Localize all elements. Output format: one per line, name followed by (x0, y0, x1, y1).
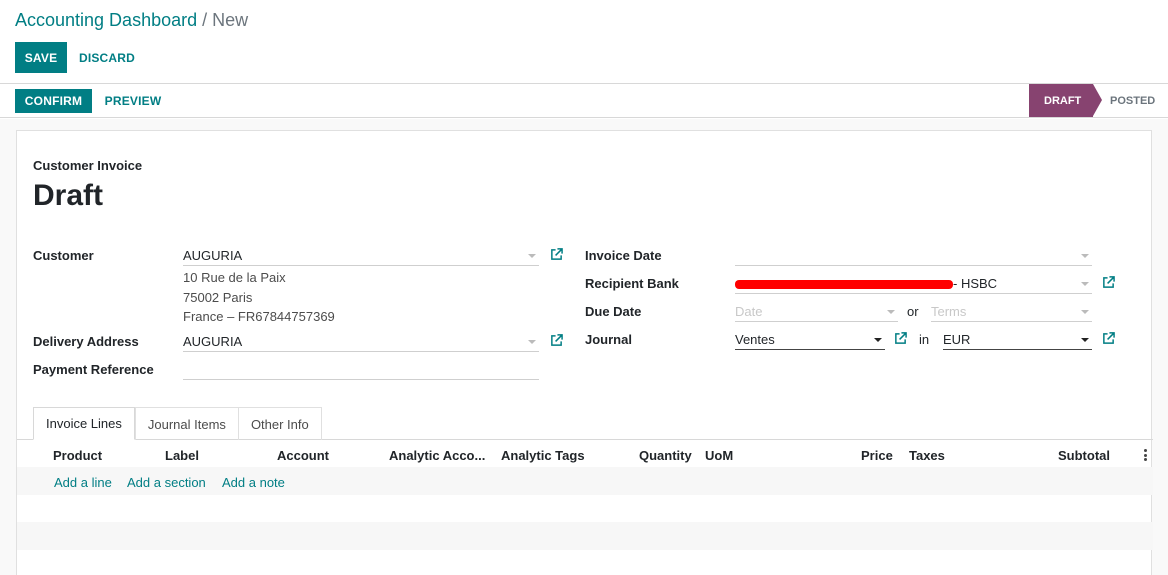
stage-posted[interactable]: POSTED (1110, 84, 1155, 117)
journal-in-text: in (919, 332, 930, 347)
customer-address-line: 10 Rue de la Paix (183, 270, 286, 285)
currency-select[interactable]: EUR (943, 328, 1092, 350)
delivery-address-label: Delivery Address (33, 334, 139, 349)
journal-select[interactable]: Ventes (735, 328, 885, 350)
tab-invoice-lines[interactable]: Invoice Lines (33, 407, 135, 440)
tab-other-info[interactable]: Other Info (238, 407, 322, 440)
external-link-icon[interactable] (550, 334, 563, 347)
breadcrumb: Accounting Dashboard / New (15, 10, 248, 31)
statusbar: CONFIRM PREVIEW DRAFT POSTED (0, 83, 1168, 118)
tab-journal-items[interactable]: Journal Items (134, 407, 239, 440)
chevron-down-icon (1081, 338, 1089, 342)
delivery-address-field[interactable]: AUGURIA (183, 330, 539, 352)
payment-terms-placeholder: Terms (931, 304, 967, 319)
recipient-bank-label: Recipient Bank (585, 276, 679, 291)
column-header-price[interactable]: Price (861, 448, 893, 463)
chevron-down-icon (1081, 310, 1089, 314)
chevron-down-icon (874, 338, 882, 342)
recipient-bank-suffix: - HSBC (953, 276, 998, 291)
customer-address-line: 75002 Paris (183, 290, 253, 305)
customer-label: Customer (33, 248, 94, 263)
due-date-input[interactable]: Date (735, 300, 898, 322)
external-link-icon[interactable] (894, 332, 907, 345)
column-header-quantity[interactable]: Quantity (639, 448, 692, 463)
discard-button[interactable]: DISCARD (75, 42, 139, 73)
chevron-down-icon (528, 254, 536, 258)
chevron-down-icon (1081, 254, 1089, 258)
column-header-label[interactable]: Label (165, 448, 199, 463)
chevron-down-icon (528, 340, 536, 344)
stage-draft[interactable]: DRAFT (1029, 84, 1093, 117)
redaction-mark (735, 280, 953, 289)
column-header-account[interactable]: Account (277, 448, 329, 463)
recipient-bank-field[interactable]: - HSBC (735, 272, 1092, 294)
column-header-taxes[interactable]: Taxes (909, 448, 945, 463)
delivery-address-value: AUGURIA (183, 334, 243, 349)
notebook-tabs: Invoice Lines Journal Items Other Info (33, 407, 322, 440)
invoice-date-field[interactable] (735, 244, 1092, 266)
column-header-subtotal[interactable]: Subtotal (1058, 448, 1110, 463)
payment-reference-input[interactable] (183, 358, 539, 380)
column-header-uom[interactable]: UoM (705, 448, 733, 463)
invoice-date-label: Invoice Date (585, 248, 662, 263)
external-link-icon[interactable] (1102, 332, 1115, 345)
customer-address-line: France – FR67844757369 (183, 309, 335, 324)
breadcrumb-parent-link[interactable]: Accounting Dashboard (15, 10, 197, 30)
due-date-label: Due Date (585, 304, 642, 319)
breadcrumb-current: New (212, 10, 249, 30)
confirm-button[interactable]: CONFIRM (15, 89, 92, 113)
breadcrumb-separator: / (202, 10, 208, 30)
external-link-icon[interactable] (1102, 276, 1115, 289)
table-row (17, 522, 1153, 550)
payment-reference-label: Payment Reference (33, 362, 154, 377)
due-date-or-text: or (907, 304, 919, 319)
column-header-analytic-tags[interactable]: Analytic Tags (501, 448, 585, 463)
chevron-down-icon (1081, 282, 1089, 286)
add-note-link[interactable]: Add a note (222, 475, 285, 490)
journal-label: Journal (585, 332, 632, 347)
customer-field[interactable]: AUGURIA (183, 244, 539, 266)
column-header-product[interactable]: Product (53, 448, 102, 463)
invoice-title: Draft (33, 179, 104, 212)
add-line-link[interactable]: Add a line (54, 475, 112, 490)
due-date-placeholder: Date (735, 304, 763, 319)
invoice-form-sheet: Customer Invoice Draft Customer AUGURIA … (16, 130, 1153, 575)
preview-button[interactable]: PREVIEW (97, 89, 169, 113)
payment-terms-field[interactable]: Terms (931, 300, 1092, 322)
add-section-link[interactable]: Add a section (127, 475, 206, 490)
external-link-icon[interactable] (550, 248, 563, 261)
optional-columns-icon[interactable] (1144, 449, 1147, 463)
journal-value: Ventes (735, 332, 775, 347)
currency-value: EUR (943, 332, 971, 347)
chevron-down-icon (887, 310, 895, 314)
customer-value: AUGURIA (183, 248, 243, 263)
stage-draft-arrow (1093, 84, 1102, 116)
save-button[interactable]: SAVE (15, 42, 67, 73)
column-header-analytic-account[interactable]: Analytic Acco... (389, 448, 485, 463)
invoice-type-label: Customer Invoice (33, 158, 143, 173)
